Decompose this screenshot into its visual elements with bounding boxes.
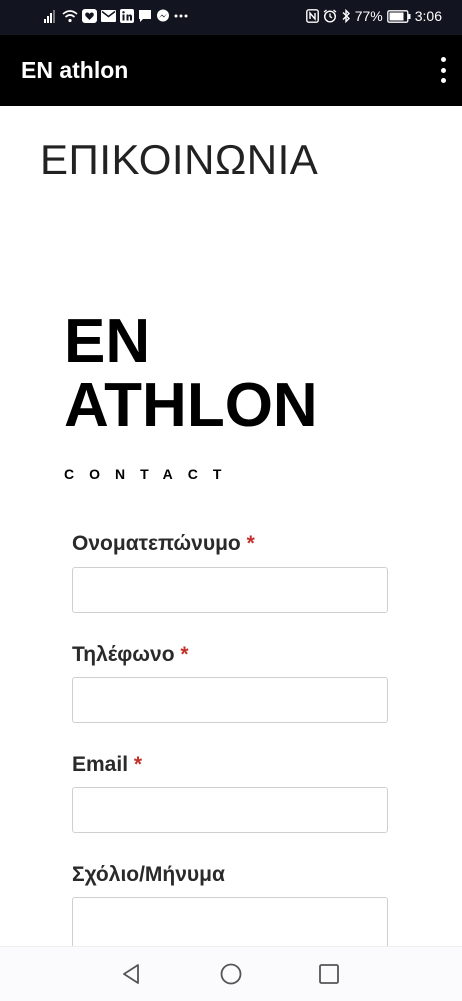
status-bar: 77% 3:06: [0, 0, 462, 35]
battery-percent: 77%: [354, 8, 383, 24]
home-icon[interactable]: [220, 963, 242, 990]
brand-logo: EN ATHLON: [64, 310, 318, 438]
system-nav-bar: [0, 946, 462, 1001]
back-icon[interactable]: [120, 963, 142, 990]
contact-subtitle: CONTACT: [64, 466, 237, 482]
nfc-icon: [305, 9, 319, 23]
heart-app-icon: [82, 9, 97, 23]
mail-icon: [101, 10, 116, 22]
bluetooth-icon: [341, 9, 351, 23]
brand-line-2: ATHLON: [64, 371, 318, 440]
alarm-icon: [323, 9, 337, 23]
brand-line-1: EN: [64, 307, 151, 376]
more-dots-icon: [174, 13, 188, 19]
status-time: 3:06: [414, 8, 442, 24]
app-title: EN athlon: [21, 57, 129, 83]
chat-icon: [138, 9, 152, 23]
overflow-menu-icon[interactable]: [438, 57, 448, 83]
email-label-text: Email: [72, 753, 129, 776]
email-label: Email *: [72, 753, 142, 777]
app-bar: EN athlon: [0, 35, 462, 106]
required-asterisk: *: [246, 532, 255, 555]
status-notifications: [44, 9, 188, 23]
linkedin-icon: [120, 9, 134, 23]
recents-icon[interactable]: [318, 963, 340, 990]
message-label-text: Σχόλιο/Μήνυμα: [72, 863, 225, 886]
phone-input[interactable]: [72, 677, 388, 723]
message-label: Σχόλιο/Μήνυμα: [72, 863, 225, 887]
required-asterisk: *: [133, 753, 143, 776]
page-title: ΕΠΙΚΟΙΝΩΝΙΑ: [40, 136, 319, 183]
status-system: 77% 3:06: [305, 8, 442, 24]
messenger-icon: [156, 9, 170, 23]
email-input[interactable]: [72, 787, 388, 833]
signal-icon: [44, 9, 58, 23]
name-label-text: Ονοματεπώνυμο: [72, 532, 241, 555]
name-input[interactable]: [72, 567, 388, 613]
phone-label: Τηλέφωνο *: [72, 643, 189, 667]
wifi-icon: [62, 9, 78, 23]
name-label: Ονοματεπώνυμο *: [72, 532, 255, 556]
required-asterisk: *: [180, 643, 189, 666]
phone-label-text: Τηλέφωνο: [72, 643, 175, 666]
battery-icon: [386, 9, 411, 23]
